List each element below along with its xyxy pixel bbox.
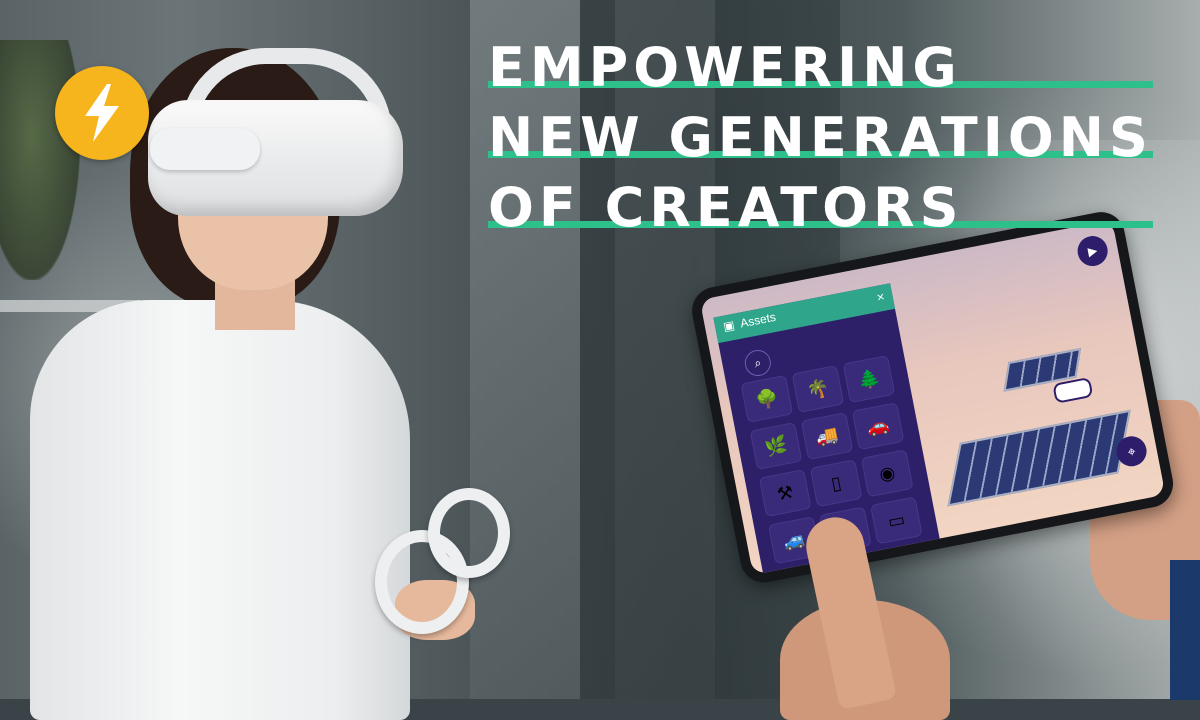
play-button[interactable]: ▶ <box>1075 233 1111 269</box>
vr-controller <box>428 488 510 578</box>
toggle-switch[interactable] <box>1052 376 1094 404</box>
headline-line: NEW GENERATIONS <box>488 108 1153 168</box>
assets-title: Assets <box>738 309 778 331</box>
headline-text: EMPOWERING <box>488 36 962 99</box>
headline-text: OF CREATORS <box>488 176 964 239</box>
asset-car-icon[interactable]: 🚗 <box>851 402 905 451</box>
assets-header: ▣ Assets <box>722 310 777 334</box>
assets-icon: ▣ <box>721 317 736 334</box>
close-icon[interactable]: × <box>876 289 886 305</box>
lightning-badge <box>55 66 149 160</box>
headline: EMPOWERING NEW GENERATIONS OF CREATORS <box>488 38 1153 248</box>
asset-bottle-icon[interactable]: ▯ <box>809 459 863 508</box>
headset-side-strap <box>150 128 260 170</box>
asset-sign-icon[interactable]: ◉ <box>860 449 914 498</box>
asset-bush-icon[interactable]: 🌿 <box>749 422 803 471</box>
asset-palm-icon[interactable]: 🌴 <box>791 364 845 414</box>
lightning-bolt-icon <box>85 84 119 142</box>
asset-panel-icon[interactable]: ▭ <box>870 496 923 545</box>
solar-panel <box>947 409 1131 507</box>
sleeve <box>1170 560 1200 700</box>
asset-tree-icon[interactable]: 🌳 <box>740 374 794 423</box>
asset-truck-icon[interactable]: 🚚 <box>800 412 854 461</box>
search-icon[interactable]: ⌕ <box>742 347 774 379</box>
asset-pine-icon[interactable]: 🌲 <box>842 355 896 404</box>
headline-line: EMPOWERING <box>488 38 1153 98</box>
asset-shovel-icon[interactable]: ⚒ <box>758 469 812 518</box>
sweater <box>30 300 410 720</box>
headline-text: NEW GENERATIONS <box>488 106 1153 169</box>
